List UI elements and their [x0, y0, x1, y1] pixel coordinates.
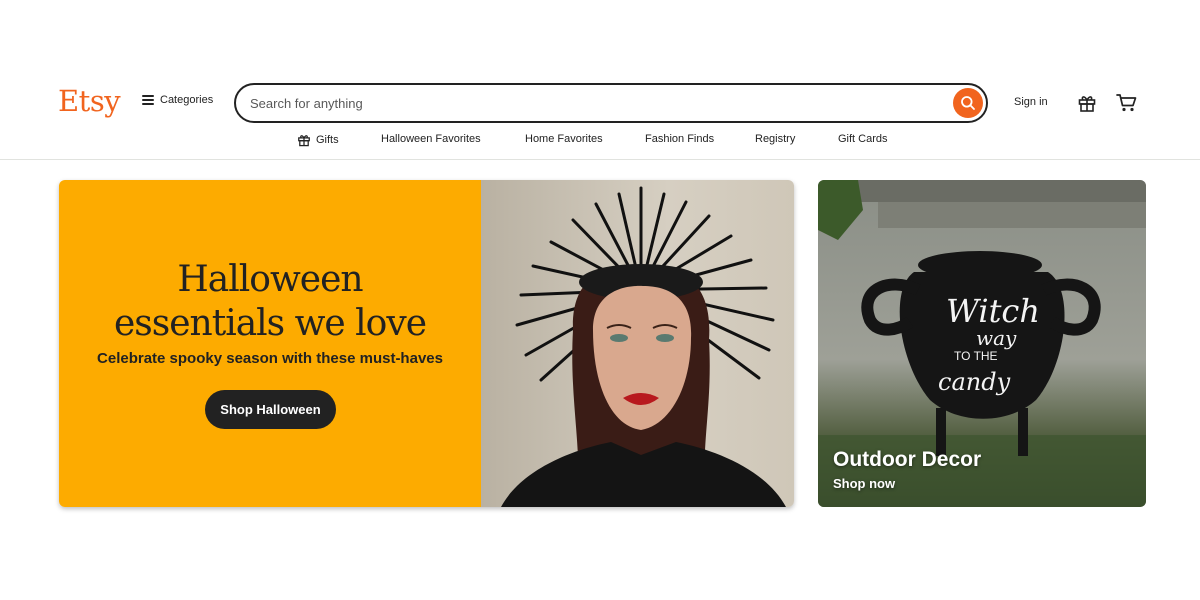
nav-item-home-favorites[interactable]: Home Favorites — [525, 133, 603, 145]
search-input[interactable] — [250, 85, 940, 121]
sign-text-witch: Witch — [946, 292, 1040, 330]
nav-item-halloween-favorites[interactable]: Halloween Favorites — [381, 133, 481, 145]
nav-item-label: Halloween Favorites — [381, 133, 481, 145]
hero-subtitle: Celebrate spooky season with these must-… — [97, 350, 443, 367]
nav-item-label: Fashion Finds — [645, 133, 715, 145]
site-header: Etsy Categories Sign in — [0, 0, 1200, 160]
gift-icon[interactable] — [1077, 93, 1097, 118]
categories-label: Categories — [160, 94, 214, 106]
nav-item-gifts[interactable]: Gifts — [297, 133, 339, 147]
outdoor-decor-label: Outdoor Decor — [833, 448, 982, 471]
search-icon — [961, 96, 975, 110]
menu-icon — [142, 95, 154, 105]
hero-image — [481, 180, 794, 507]
nav-item-label: Gift Cards — [838, 133, 888, 145]
nav-item-gift-cards[interactable]: Gift Cards — [838, 133, 888, 145]
nav-item-registry[interactable]: Registry — [755, 133, 795, 145]
categories-button[interactable]: Categories — [142, 94, 213, 106]
nav-item-fashion-finds[interactable]: Fashion Finds — [645, 133, 714, 145]
category-nav: Gifts Halloween Favorites Home Favorites… — [0, 133, 1200, 151]
etsy-logo[interactable]: Etsy — [58, 84, 121, 118]
search-bar — [234, 83, 988, 123]
search-button[interactable] — [953, 88, 983, 118]
nav-item-label: Gifts — [316, 134, 339, 146]
gift-icon — [298, 135, 310, 147]
outdoor-decor-card[interactable]: Witch way TO THE candy Outdoor Decor Sho… — [818, 180, 1146, 507]
nav-item-label: Registry — [755, 133, 796, 145]
hero-banner[interactable]: Halloween essentials we love Celebrate s… — [59, 180, 794, 507]
nav-item-label: Home Favorites — [525, 133, 603, 145]
hero-title: Halloween essentials we love — [113, 259, 427, 344]
cart-icon[interactable] — [1116, 93, 1138, 118]
shop-halloween-button[interactable]: Shop Halloween — [205, 390, 336, 429]
sign-text-way: way — [976, 326, 1017, 350]
model-with-spiked-crown-image — [501, 186, 786, 507]
hero-text-panel: Halloween essentials we love Celebrate s… — [59, 180, 481, 507]
sign-text-to-the: TO THE — [954, 349, 998, 363]
sign-text-candy: candy — [938, 368, 1011, 396]
shop-now-link[interactable]: Shop now — [833, 476, 895, 491]
sign-in-link[interactable]: Sign in — [1014, 96, 1048, 108]
